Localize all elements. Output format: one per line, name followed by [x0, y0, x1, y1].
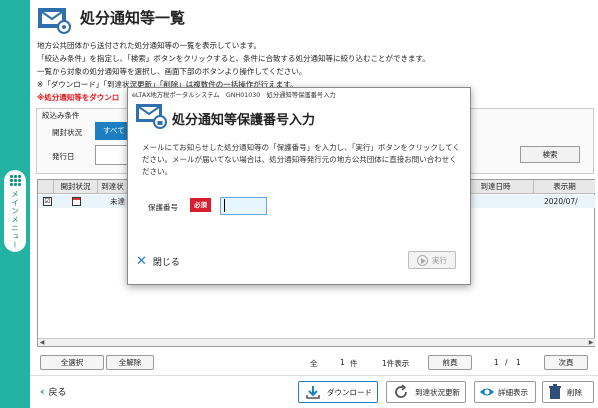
- execute-button[interactable]: 実行: [408, 251, 456, 269]
- table-header-arrival-status: 到達状: [98, 180, 128, 194]
- text-cursor: [224, 199, 225, 212]
- total-unit: 件: [350, 359, 358, 368]
- page-title: 処分通知等一覧: [80, 9, 186, 27]
- eye-icon: [480, 388, 494, 396]
- protection-number-label: 保護番号: [148, 203, 178, 212]
- dialog-system-header: eLTAX地方税ポータルシステム GNH01030 処分通知等保護番号入力: [132, 92, 336, 99]
- close-button[interactable]: ✕ 閉じる: [136, 254, 180, 269]
- refresh-status-label: 到達状況更新: [415, 387, 460, 397]
- download-button[interactable]: ダウンロード: [298, 381, 378, 403]
- scroll-left-icon[interactable]: ◀: [38, 339, 46, 346]
- next-page-button[interactable]: 次頁: [544, 355, 588, 370]
- protection-number-dialog: eLTAX地方税ポータルシステム GNH01030 処分通知等保護番号入力 処分…: [127, 87, 471, 285]
- back-label: 戻る: [48, 388, 67, 398]
- row-display-period: 2020/07/: [544, 197, 578, 206]
- table-header-open-status: 開封状況: [54, 180, 98, 194]
- row-arrival-status: 未達: [110, 197, 125, 206]
- total-prefix: 全: [310, 359, 318, 368]
- deselect-all-button[interactable]: 全解除: [106, 355, 154, 370]
- issue-date-label: 発行日: [52, 152, 75, 161]
- delete-button[interactable]: 削除: [542, 381, 594, 403]
- scroll-right-icon[interactable]: ▶: [587, 339, 595, 346]
- filter-legend: 絞込み条件: [42, 111, 80, 120]
- table-header-display-period: 表示期: [534, 180, 595, 194]
- trash-icon: [549, 384, 561, 399]
- play-icon: [417, 254, 428, 266]
- dialog-description: メールにてお知らせした処分通知等の「保護番号」を入力し、「実行」ボタンをクリック…: [142, 143, 460, 176]
- horizontal-scrollbar[interactable]: ◀ ▶: [38, 338, 595, 346]
- row-checkbox[interactable]: ☑: [43, 197, 52, 206]
- select-all-button[interactable]: 全選択: [40, 355, 104, 370]
- back-arrow-icon: ‹: [40, 385, 45, 398]
- back-button[interactable]: ‹ 戻る: [40, 385, 67, 398]
- page-separator: /: [505, 358, 508, 367]
- download-icon: [306, 386, 320, 399]
- side-nav: メインメニュー: [0, 0, 30, 408]
- unopened-calendar-icon: [72, 197, 81, 206]
- close-label: 閉じる: [152, 258, 180, 268]
- main-menu-tab[interactable]: メインメニュー: [4, 170, 26, 252]
- open-status-label: 開封状況: [52, 128, 82, 137]
- refresh-status-button[interactable]: 到達状況更新: [386, 381, 466, 403]
- protection-number-input[interactable]: [220, 197, 267, 215]
- notice-envelope-icon: [38, 8, 71, 34]
- main-menu-label: メインメニュー: [10, 190, 20, 250]
- notice-envelope-icon: [136, 104, 167, 129]
- search-button[interactable]: 検索: [520, 146, 580, 163]
- total-count: 1: [340, 358, 345, 367]
- table-header-check: [38, 180, 54, 194]
- shown-count: 1件表示: [382, 359, 410, 368]
- grid-icon: [9, 175, 21, 186]
- download-label: ダウンロード: [327, 387, 372, 397]
- description-line-5: ※処分通知等をダウンロ: [37, 93, 120, 102]
- description-line-1: 地方公共団体から送付された処分通知等の一覧を表示しています。: [37, 41, 262, 50]
- page-total: 1: [516, 358, 521, 367]
- dialog-title: 処分通知等保護番号入力: [172, 113, 316, 128]
- detail-view-button[interactable]: 詳細表示: [474, 381, 536, 403]
- prev-page-button[interactable]: 前頁: [428, 355, 472, 370]
- delete-label: 削除: [567, 387, 582, 397]
- close-icon: ✕: [136, 254, 147, 269]
- required-badge: 必須: [190, 198, 211, 212]
- description-line-3: 一覧から対象の処分通知等を選択し、画面下部のボタンより操作してください。: [37, 67, 307, 76]
- page-current: 1: [494, 358, 499, 367]
- refresh-icon: [395, 384, 407, 398]
- execute-label: 実行: [432, 255, 447, 265]
- footer-divider: [30, 375, 598, 376]
- detail-view-label: 詳細表示: [498, 387, 528, 397]
- description-line-2: 「絞込み条件」を指定し、「検索」ボタンをクリックすると、条件に合致する処分通知等…: [37, 54, 430, 63]
